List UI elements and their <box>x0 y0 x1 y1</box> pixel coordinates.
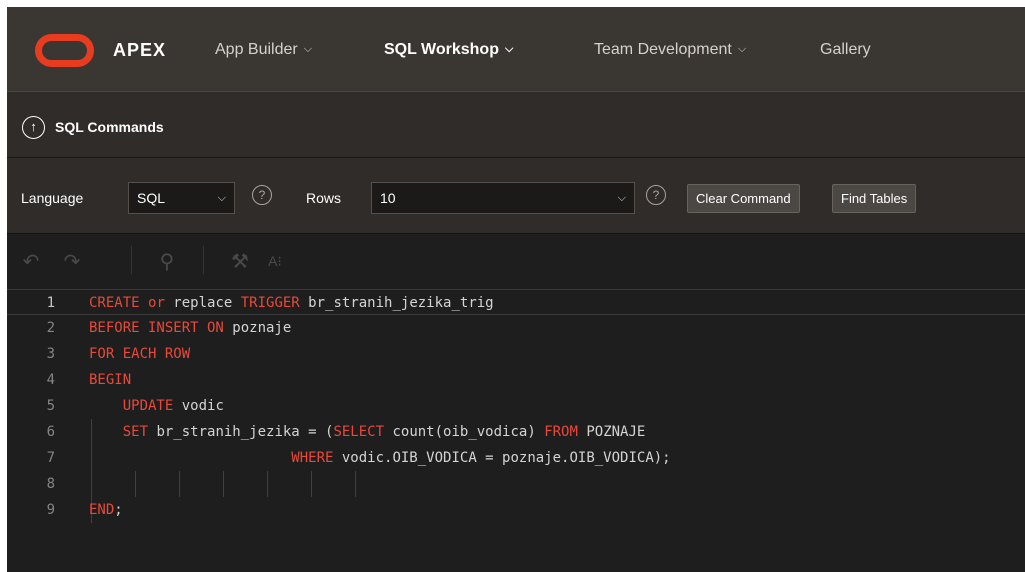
toolbar-divider <box>203 246 204 274</box>
top-navigation-bar: APEX App Builder ⌵ SQL Workshop ⌵ Team Dev… <box>7 7 1025 91</box>
clear-command-button[interactable]: Clear Command <box>687 184 800 213</box>
code-token: ; <box>114 502 123 518</box>
code-text: SET br_stranih_jezika = (SELECT count(oi… <box>89 419 646 445</box>
line-number: 3 <box>46 346 55 362</box>
code-text: WHERE vodic.OIB_VODICA = poznaje.OIB_VOD… <box>89 445 671 471</box>
code-text: UPDATE vodic <box>89 393 224 419</box>
line-number: 6 <box>46 424 55 440</box>
chevron-down-icon: ⌵ <box>303 43 313 55</box>
code-line[interactable]: 4 BEGIN <box>7 367 1025 393</box>
nav-team-development[interactable]: Team Development ⌵ <box>594 41 746 59</box>
sql-keyword: BEFORE INSERT ON <box>89 320 224 336</box>
toolbar-divider <box>131 246 132 274</box>
nav-app-builder-label: App Builder <box>215 41 298 58</box>
sql-keyword: SELECT <box>333 424 385 440</box>
code-token: count(oib_vodica) <box>384 424 545 440</box>
code-token: vodic <box>173 398 224 414</box>
language-select[interactable]: SQL ⌵ <box>128 182 235 214</box>
code-line[interactable]: 5 UPDATE vodic <box>7 393 1025 419</box>
oracle-logo-icon[interactable] <box>35 34 94 67</box>
sql-keyword: WHERE <box>291 450 334 466</box>
chevron-down-icon: ⌵ <box>217 192 226 204</box>
apex-window: APEX App Builder ⌵ SQL Workshop ⌵ Team Dev… <box>7 7 1025 572</box>
line-number: 9 <box>46 502 55 518</box>
find-tables-button[interactable]: Find Tables <box>832 184 917 213</box>
sql-keyword: UPDATE <box>122 398 174 414</box>
nav-sql-workshop-label: SQL Workshop <box>384 41 499 58</box>
rows-select-value: 10 <box>380 190 396 206</box>
search-icon[interactable]: ⚲ <box>155 249 179 274</box>
redo-icon[interactable]: ↷ <box>60 249 84 274</box>
sql-keyword: or <box>148 295 165 311</box>
wrench-icon[interactable]: ⚒ <box>228 249 252 274</box>
code-text: CREATE or replace TRIGGER br_stranih_jez… <box>89 290 494 316</box>
chevron-down-icon: ⌵ <box>617 192 626 204</box>
editor-toolbar: ↶ ↷ ⚲ ⚒ A⁝ <box>7 233 1025 285</box>
sql-keyword: FROM <box>544 424 578 440</box>
undo-icon[interactable]: ↶ <box>19 249 43 274</box>
language-label: Language <box>21 190 84 206</box>
code-token: br_stranih_jezika_trig <box>299 295 494 311</box>
nav-team-development-label: Team Development <box>594 41 732 58</box>
nav-sql-workshop[interactable]: SQL Workshop ⌵ <box>384 41 513 59</box>
code-line[interactable]: 8 <box>7 471 1025 497</box>
code-token: br_stranih_jezika = ( <box>148 424 334 440</box>
arrow-up-icon[interactable]: ↑ <box>22 116 45 139</box>
code-editor[interactable]: 1 CREATE or replace TRIGGER br_stranih_je… <box>7 285 1025 572</box>
code-text: END; <box>89 497 123 523</box>
code-text: FOR EACH ROW <box>89 341 190 367</box>
code-token: POZNAJE <box>577 424 646 440</box>
code-line[interactable]: 9 END; <box>7 497 1025 523</box>
code-token: replace <box>164 295 241 311</box>
line-number: 7 <box>46 450 55 466</box>
rows-select[interactable]: 10 ⌵ <box>371 182 635 214</box>
code-token: vodic.OIB_VODICA = poznaje.OIB_VODICA); <box>333 450 671 466</box>
chevron-down-icon: ⌵ <box>504 43 514 55</box>
code-line[interactable]: 3 FOR EACH ROW <box>7 341 1025 367</box>
sql-keyword: BEGIN <box>89 372 132 388</box>
line-number: 1 <box>46 295 55 311</box>
page-title: SQL Commands <box>55 119 164 135</box>
line-number: 4 <box>46 372 55 388</box>
rows-label: Rows <box>306 190 342 206</box>
sql-keyword: CREATE <box>89 295 140 311</box>
sql-keyword: TRIGGER <box>240 295 300 311</box>
rows-help-icon[interactable]: ? <box>646 185 666 205</box>
chevron-down-icon: ⌵ <box>737 43 747 55</box>
line-number: 8 <box>46 476 55 492</box>
nav-app-builder[interactable]: App Builder ⌵ <box>215 41 312 59</box>
command-controls: Language SQL ⌵ ? Rows 10 ⌵ ? Clear Comma… <box>7 157 1025 233</box>
code-text: BEFORE INSERT ON poznaje <box>89 315 291 341</box>
sql-keyword: END <box>89 502 115 518</box>
code-line[interactable]: 1 CREATE or replace TRIGGER br_stranih_je… <box>7 289 1025 315</box>
code-line[interactable]: 7 WHERE vodic.OIB_VODICA = poznaje.OIB_V… <box>7 445 1025 471</box>
language-help-icon[interactable]: ? <box>252 185 272 205</box>
code-line[interactable]: 2 BEFORE INSERT ON poznaje <box>7 315 1025 341</box>
format-icon[interactable]: A⁝ <box>258 253 292 270</box>
line-number: 5 <box>46 398 55 414</box>
language-select-value: SQL <box>137 190 166 206</box>
sql-keyword: SET <box>122 424 149 440</box>
sql-keyword: FOR EACH ROW <box>89 346 191 362</box>
breadcrumb-bar: ↑ SQL Commands <box>7 91 1025 157</box>
nav-gallery[interactable]: Gallery <box>820 41 871 59</box>
apex-brand[interactable]: APEX <box>113 40 166 61</box>
code-line[interactable]: 6 SET br_stranih_jezika = (SELECT count(… <box>7 419 1025 445</box>
line-number: 2 <box>46 320 55 336</box>
code-token: poznaje <box>223 320 292 336</box>
code-text: BEGIN <box>89 367 131 393</box>
